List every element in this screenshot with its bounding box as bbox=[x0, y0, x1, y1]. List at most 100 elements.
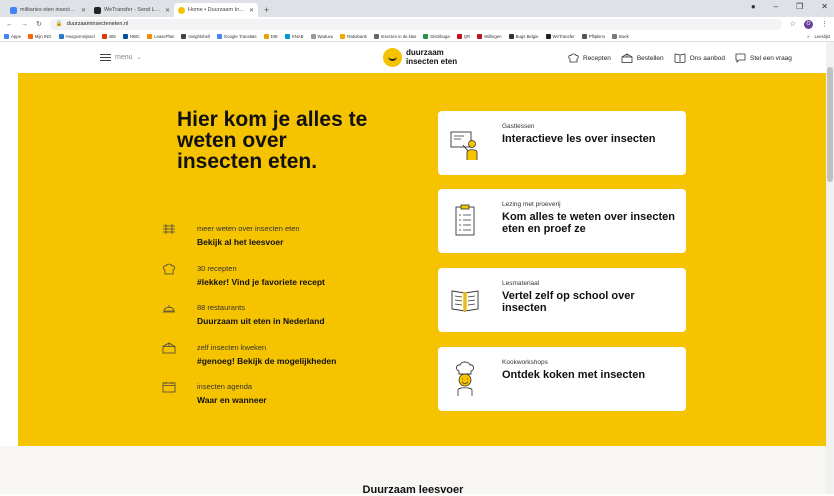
bookmarks-more-button[interactable]: » bbox=[807, 34, 809, 39]
bookmark-icon bbox=[508, 33, 514, 39]
hero-link-leesvoer[interactable]: meer weten over insecten eten Bekijk al … bbox=[161, 221, 421, 261]
bookmark-item[interactable]: Mijn ING bbox=[27, 33, 52, 39]
tab-close-icon[interactable]: ✕ bbox=[165, 7, 170, 14]
clipboard-icon bbox=[455, 204, 475, 236]
window-controls: ● – ❐ ✕ bbox=[751, 2, 828, 11]
more-menu-icon[interactable]: ⋮ bbox=[821, 20, 828, 28]
hero-title: Hier kom je alles te weten over insecten… bbox=[177, 108, 368, 173]
card-kicker: Lesmateriaal bbox=[502, 280, 540, 287]
nav-ons-aanbod[interactable]: Ons aanbod bbox=[674, 53, 725, 63]
card-kookworkshops[interactable]: Kookworkshops Ontdek koken met insecten bbox=[438, 347, 686, 411]
card-lesmateriaal[interactable]: Lesmateriaal Vertel zelf op school over … bbox=[438, 268, 686, 332]
bookmark-icon bbox=[373, 33, 379, 39]
tab-label: militaries eten insecten - Google bbox=[20, 7, 78, 13]
tab-close-icon[interactable]: ✕ bbox=[249, 7, 254, 14]
bookmark-item[interactable]: Insightshell bbox=[181, 33, 210, 39]
bookmark-icon bbox=[263, 33, 269, 39]
bookmark-item[interactable]: Bugs Belgie bbox=[508, 33, 539, 39]
hero-link-text[interactable]: Waar en wanneer bbox=[197, 395, 267, 405]
cloche-icon bbox=[163, 305, 175, 313]
address-toolbar: ← → ↻ 🔒 duurzaaminsecteneten.nl ☆ O ⋮ bbox=[0, 17, 834, 31]
bookmark-item[interactable]: Hoogvonnijssel bbox=[58, 33, 95, 39]
menu-button[interactable]: menu ⌄ bbox=[100, 54, 142, 61]
hero-link-recepten[interactable]: 30 recepten #lekker! Vind je favoriete r… bbox=[161, 261, 421, 301]
bookmark-item[interactable]: Insecten in de klas bbox=[373, 33, 416, 39]
card-gastlessen[interactable]: Gastlessen Interactieve les over insecte… bbox=[438, 111, 686, 175]
bookmark-item[interactable]: Rabobank bbox=[340, 33, 367, 39]
reload-icon[interactable]: ↻ bbox=[36, 20, 42, 28]
hero-link-agenda[interactable]: insecten agenda Waar en wanneer bbox=[161, 379, 421, 419]
bookmark-item[interactable]: DIE bbox=[263, 33, 278, 39]
chat-bubble-icon bbox=[735, 53, 746, 63]
chef-hat-icon bbox=[568, 53, 579, 63]
tab-favicon-icon bbox=[178, 6, 185, 14]
url-text: duurzaaminsecteneten.nl bbox=[66, 21, 129, 27]
bookmark-item[interactable]: Apps bbox=[4, 33, 21, 39]
hero-link-text[interactable]: Duurzaam uit eten in Nederland bbox=[197, 316, 325, 326]
minimize-button[interactable]: – bbox=[774, 2, 778, 11]
bookmark-item[interactable]: WeTransfer bbox=[545, 33, 575, 39]
nav-stel-een-vraag[interactable]: Stel een vraag bbox=[735, 53, 792, 63]
browser-tab-2[interactable]: Home • Duurzaam Insecten Eten ✕ bbox=[174, 3, 258, 17]
card-title: Interactieve les over insecten bbox=[502, 133, 656, 145]
avatar[interactable]: O bbox=[804, 19, 813, 29]
tab-favicon-icon bbox=[94, 6, 101, 14]
bookmark-icon bbox=[611, 33, 617, 39]
smiley-logo-icon bbox=[383, 48, 402, 67]
open-book-icon bbox=[451, 290, 479, 312]
tab-close-icon[interactable]: ✕ bbox=[81, 7, 86, 14]
nav-recepten[interactable]: Recepten bbox=[568, 53, 611, 63]
bookmark-item[interactable]: Boek bbox=[611, 33, 629, 39]
hero-link-sub: 30 recepten bbox=[197, 263, 237, 273]
bookmark-item[interactable]: 365 bbox=[101, 33, 116, 39]
page-scrollbar[interactable] bbox=[826, 42, 834, 494]
address-bar[interactable]: 🔒 duurzaaminsecteneten.nl bbox=[49, 18, 782, 30]
bookmark-item[interactable]: Distribuga bbox=[423, 33, 450, 39]
bookmark-icon bbox=[147, 33, 153, 39]
bookmarks-bar: Apps Mijn ING Hoogvonnijssel 365 NIBC Le… bbox=[0, 31, 834, 42]
profile-menu-icon[interactable]: ● bbox=[751, 2, 756, 11]
bookmark-icon bbox=[340, 33, 346, 39]
bookmark-star-icon[interactable]: ☆ bbox=[790, 20, 796, 28]
hero-link-restaurants[interactable]: 88 restaurants Duurzaam uit eten in Nede… bbox=[161, 300, 421, 340]
bookmark-item[interactable]: NIBC bbox=[122, 33, 140, 39]
tab-label: WeTransfer - Send Large Files & bbox=[104, 7, 162, 13]
maximize-button[interactable]: ❐ bbox=[796, 2, 803, 11]
scrollbar-thumb[interactable] bbox=[827, 67, 833, 182]
new-tab-button[interactable]: + bbox=[258, 3, 275, 17]
site-logo[interactable]: duurzaam insecten eten bbox=[383, 48, 457, 67]
bookmark-item[interactable]: KNAB bbox=[284, 33, 304, 39]
bookmark-item[interactable]: Pflipkinn bbox=[581, 33, 605, 39]
menu-label: menu bbox=[115, 54, 133, 61]
tab-label: Home • Duurzaam Insecten Eten bbox=[188, 7, 246, 13]
bookmark-icon bbox=[477, 33, 483, 39]
chef-icon bbox=[456, 361, 474, 396]
bookmark-icon bbox=[284, 33, 290, 39]
bookmark-item[interactable]: QR bbox=[456, 33, 470, 39]
hero-link-text[interactable]: Bekijk al het leesvoer bbox=[197, 237, 283, 247]
browser-tab-1[interactable]: WeTransfer - Send Large Files & ✕ bbox=[90, 3, 174, 17]
logo-text: duurzaam insecten eten bbox=[406, 48, 458, 66]
browser-tab-0[interactable]: militaries eten insecten - Google ✕ bbox=[6, 3, 90, 17]
card-lezing[interactable]: Lezing met proeverij Kom alles te weten … bbox=[438, 189, 686, 253]
hero-link-text[interactable]: #lekker! Vind je favoriete recept bbox=[197, 277, 325, 287]
nav-bestellen[interactable]: Bestellen bbox=[621, 53, 664, 63]
hero-link-kweken[interactable]: zelf insecten kweken #genoeg! Bekijk de … bbox=[161, 340, 421, 380]
section-title: Duurzaam leesvoer bbox=[362, 484, 464, 496]
bookmark-icon bbox=[310, 33, 316, 39]
reading-list-button[interactable]: Leeslijst bbox=[814, 34, 830, 39]
hero-link-text[interactable]: #genoeg! Bekijk de mogelijkheden bbox=[197, 356, 336, 366]
bookmark-item[interactable]: Willingen bbox=[477, 33, 502, 39]
forward-arrow-icon[interactable]: → bbox=[21, 21, 28, 28]
hero-link-sub: zelf insecten kweken bbox=[197, 342, 267, 352]
bookmark-item[interactable]: LeasePlan bbox=[147, 33, 174, 39]
back-arrow-icon[interactable]: ← bbox=[6, 21, 13, 28]
bookmark-item[interactable]: Google Translate bbox=[216, 33, 257, 39]
close-window-button[interactable]: ✕ bbox=[821, 2, 828, 11]
hero-link-list: meer weten over insecten eten Bekijk al … bbox=[161, 221, 421, 419]
card-kicker: Gastlessen bbox=[502, 123, 535, 130]
bookmark-icon bbox=[581, 33, 587, 39]
bookmark-item[interactable]: Waduvu bbox=[310, 33, 333, 39]
bookmark-icon bbox=[456, 33, 462, 39]
bookmark-icon bbox=[423, 33, 429, 39]
